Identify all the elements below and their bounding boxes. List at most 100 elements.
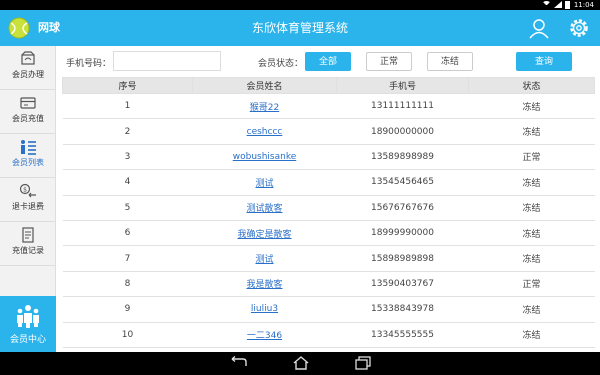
cell-name: 测试散客 [192, 195, 337, 221]
member-name-link[interactable]: 我是散客 [246, 280, 282, 290]
cell-index: 10 [62, 322, 193, 348]
cell-phone: 13545456465 [336, 169, 469, 196]
status-filter-frozen-button[interactable]: 冻结 [427, 52, 473, 71]
cell-status: 正常 [468, 144, 595, 171]
home-icon[interactable] [292, 356, 310, 370]
cell-name: ceshccc [192, 118, 337, 145]
cell-index: 4 [62, 169, 193, 196]
cell-name: 测试 [192, 169, 337, 196]
member-name-link[interactable]: wobushisanke [233, 152, 297, 162]
cell-status: 冻结 [468, 195, 595, 221]
sidebar-item-label: 充值记录 [12, 246, 44, 255]
group-icon [17, 305, 39, 328]
cell-status: 冻结 [468, 296, 595, 323]
member-name-link[interactable]: liuliu3 [251, 304, 278, 314]
cell-status: 正常 [468, 271, 595, 298]
member-name-link[interactable]: 猴哥22 [250, 103, 279, 113]
table-header-row: 序号 会员姓名 手机号 状态 [62, 77, 595, 94]
sidebar-item-label: 会员充值 [12, 114, 44, 123]
member-name-link[interactable]: 测试 [255, 179, 273, 189]
member-name-link[interactable]: 测试 [255, 255, 273, 265]
table-row[interactable]: 5 测试散客 15676767676 冻结 [62, 195, 595, 221]
cell-phone: 13111111111 [336, 93, 469, 120]
query-button[interactable]: 查询 [516, 52, 572, 71]
status-label: 会员状态： [258, 59, 304, 69]
table-row[interactable]: 7 测试 15898989898 冻结 [62, 245, 595, 272]
cell-name: 测试 [192, 245, 337, 272]
back-icon[interactable] [228, 356, 250, 370]
member-name-link[interactable]: 一二346 [247, 331, 282, 341]
table-body: 1 猴哥22 13111111111 冻结 2 ceshccc 18900000000 冻结 3… [62, 93, 595, 348]
cell-phone: 15898989898 [336, 245, 469, 272]
sidebar-item-recharge-records[interactable]: 充值记录 [0, 222, 56, 266]
cell-index: 1 [62, 93, 193, 120]
column-header-index: 序号 [62, 77, 193, 94]
system-navigation-bar [0, 352, 600, 375]
column-header-name: 会员姓名 [192, 77, 337, 94]
table-row[interactable]: 1 猴哥22 13111111111 冻结 [62, 93, 595, 120]
cell-index: 3 [62, 144, 193, 171]
table-row[interactable]: 3 wobushisanke 13589898989 正常 [62, 144, 595, 171]
svg-text:$: $ [23, 187, 27, 194]
table-row[interactable]: 2 ceshccc 18900000000 冻结 [62, 118, 595, 145]
cell-phone: 13345555555 [336, 322, 469, 348]
table-row[interactable]: 6 我确定是散客 18999990000 冻结 [62, 220, 595, 247]
wallet-icon [20, 97, 36, 109]
refund-icon: $ [19, 183, 36, 198]
cell-status: 冻结 [468, 245, 595, 272]
sidebar-item-member-recharge[interactable]: 会员充值 [0, 90, 56, 134]
status-filter-normal-button[interactable]: 正常 [366, 52, 412, 71]
cell-index: 5 [62, 195, 193, 221]
sidebar-item-label: 会员列表 [12, 158, 44, 167]
wifi-icon [542, 1, 551, 8]
cell-phone: 18999990000 [336, 220, 469, 247]
record-icon [22, 227, 34, 243]
cell-phone: 13589898989 [336, 144, 469, 171]
cell-status: 冻结 [468, 169, 595, 196]
member-card-icon [21, 51, 35, 65]
status-filter-all-button[interactable]: 全部 [305, 52, 351, 71]
member-name-link[interactable]: ceshccc [247, 127, 283, 137]
cell-name: 我确定是散客 [192, 220, 337, 247]
cell-phone: 15676767676 [336, 195, 469, 221]
column-header-status: 状态 [468, 77, 595, 94]
member-name-link[interactable]: 我确定是散客 [237, 230, 291, 240]
table-row[interactable]: 8 我是散客 13590403767 正常 [62, 271, 595, 298]
member-center-label: 会员中心 [9, 335, 46, 345]
phone-label: 手机号码： [66, 59, 112, 69]
cell-index: 9 [62, 296, 193, 323]
cell-phone: 15338843978 [336, 296, 469, 323]
filter-bar: 手机号码： 会员状态： 全部 正常 冻结 查询 [56, 46, 600, 76]
user-icon[interactable] [528, 17, 550, 39]
battery-icon [565, 1, 570, 9]
cell-index: 8 [62, 271, 193, 298]
sidebar-item-member-register[interactable]: 会员办理 [0, 46, 56, 90]
cell-phone: 18900000000 [336, 118, 469, 145]
cell-name: 我是散客 [192, 271, 337, 298]
sidebar-item-label: 退卡退费 [12, 202, 44, 211]
sidebar-item-refund[interactable]: $ 退卡退费 [0, 178, 56, 222]
cell-name: 一二346 [192, 322, 337, 348]
gear-icon[interactable] [568, 17, 590, 39]
clock: 11:04 [573, 1, 594, 9]
sidebar-item-member-list[interactable]: 会员列表 [0, 134, 56, 178]
cell-index: 6 [62, 220, 193, 247]
app-header: 网球 东欣体育管理系统 [0, 10, 600, 46]
cell-status: 冻结 [468, 322, 595, 348]
cell-status: 冻结 [468, 118, 595, 145]
cell-status: 冻结 [468, 93, 595, 120]
status-icons [542, 1, 570, 9]
member-table: 序号 会员姓名 手机号 状态 1 猴哥22 13111111111 冻结 2 ceshcc… [62, 77, 595, 348]
phone-search-input[interactable] [113, 51, 221, 71]
cell-status: 冻结 [468, 220, 595, 247]
cell-phone: 13590403767 [336, 271, 469, 298]
recent-apps-icon[interactable] [354, 356, 372, 370]
cell-name: wobushisanke [192, 144, 337, 171]
member-center-button[interactable]: 会员中心 [0, 296, 56, 352]
table-row[interactable]: 9 liuliu3 15338843978 冻结 [62, 296, 595, 323]
system-status-bar: 11:04 [0, 0, 600, 10]
table-row[interactable]: 10 一二346 13345555555 冻结 [62, 322, 595, 348]
member-name-link[interactable]: 测试散客 [246, 204, 282, 214]
main-content: 手机号码： 会员状态： 全部 正常 冻结 查询 序号 会员姓名 手机号 状态 1… [56, 46, 600, 352]
table-row[interactable]: 4 测试 13545456465 冻结 [62, 169, 595, 196]
